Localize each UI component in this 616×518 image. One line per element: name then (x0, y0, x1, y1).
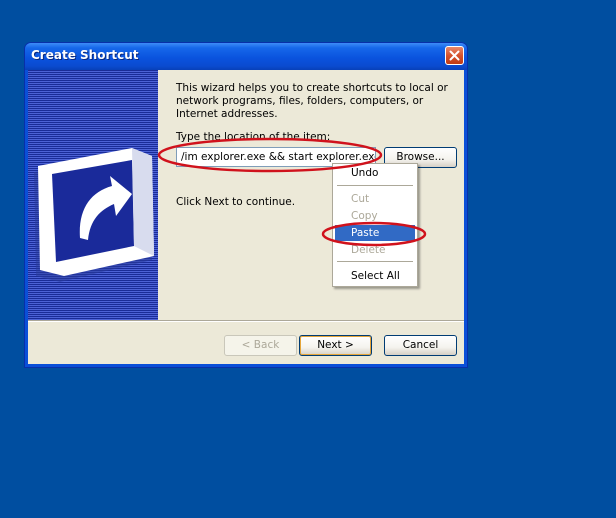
shortcut-arrow-icon (34, 148, 154, 282)
menu-item-select-all[interactable]: Select All (335, 268, 415, 284)
menu-item-cut[interactable]: Cut (335, 191, 415, 207)
title-bar[interactable]: Create Shortcut (25, 43, 467, 70)
desktop: Create Shortcut This wizard helps you to… (0, 0, 616, 518)
menu-separator (337, 261, 413, 262)
menu-item-paste[interactable]: Paste (335, 225, 415, 241)
wizard-banner (28, 70, 158, 320)
wizard-intro-text: This wizard helps you to create shortcut… (176, 82, 448, 120)
close-x-icon (449, 50, 460, 61)
menu-item-delete[interactable]: Delete (335, 242, 415, 258)
menu-separator (337, 185, 413, 186)
back-button[interactable]: < Back (224, 335, 297, 356)
close-button[interactable] (445, 46, 464, 65)
menu-item-copy[interactable]: Copy (335, 208, 415, 224)
continue-instruction: Click Next to continue. (176, 196, 296, 208)
footer-divider (28, 320, 464, 322)
cancel-button[interactable]: Cancel (384, 335, 457, 356)
menu-item-undo[interactable]: Undo (335, 165, 415, 181)
context-menu: Undo Cut Copy Paste Delete Select All (332, 163, 418, 287)
next-button[interactable]: Next > (299, 335, 372, 356)
window-title: Create Shortcut (31, 48, 139, 62)
location-label: Type the location of the item: (176, 131, 331, 143)
